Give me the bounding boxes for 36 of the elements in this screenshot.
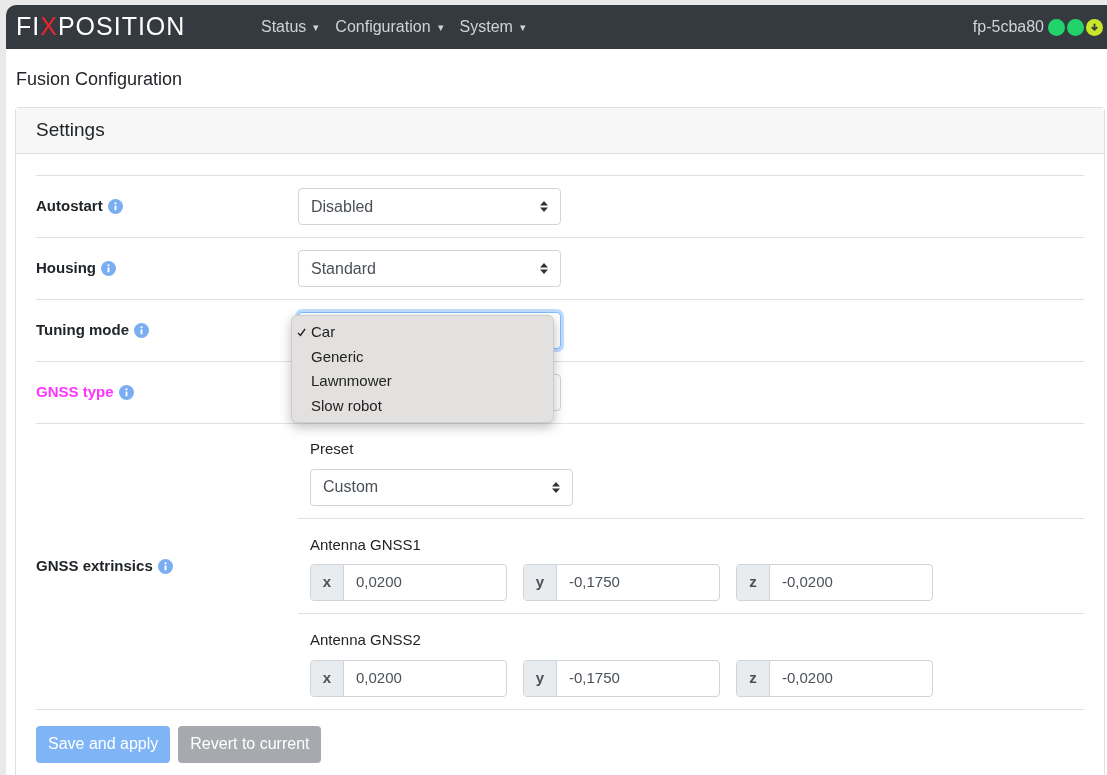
select-arrows-icon: [540, 263, 548, 274]
coordinate-input[interactable]: z -0,0200: [736, 659, 933, 697]
select-field[interactable]: Custom: [310, 468, 573, 506]
info-icon[interactable]: [107, 199, 123, 214]
nav-menu[interactable]: Configuration ▾: [335, 15, 444, 39]
select-field[interactable]: Standard: [298, 250, 561, 287]
antenna-label: Antenna GNSS1: [310, 534, 422, 555]
info-icon[interactable]: [101, 261, 116, 276]
coordinate-input[interactable]: z -0,0200: [736, 564, 933, 601]
dropdown-option[interactable]: Lawnmower: [292, 369, 553, 394]
logo[interactable]: FIXPOSITION: [16, 8, 261, 46]
nav-menu[interactable]: System ▾: [459, 15, 526, 39]
select-field[interactable]: Disabled: [298, 188, 561, 225]
device-name: fp-5cba80: [972, 17, 1044, 37]
page-title: Fusion Configuration: [16, 68, 184, 91]
dropdown-option[interactable]: Slow robot: [292, 393, 553, 418]
field-label: GNSS extrinsics: [36, 556, 153, 576]
coordinate-input[interactable]: x 0,0200: [310, 659, 507, 697]
dropdown-option[interactable]: Car: [292, 320, 553, 345]
field-label: Autostart: [36, 196, 103, 217]
coordinate-input[interactable]: y -0,1750: [523, 564, 720, 601]
nav-menu[interactable]: Status ▾: [261, 15, 320, 39]
dropdown-option[interactable]: Generic: [292, 344, 553, 369]
field-label: Housing: [36, 258, 96, 279]
antenna-label: Antenna GNSS2: [310, 630, 422, 650]
field-label: GNSS type: [36, 382, 114, 403]
coordinate-input[interactable]: x 0,0200: [310, 564, 507, 601]
coordinate-input[interactable]: y -0,1750: [523, 659, 720, 697]
info-icon[interactable]: [157, 558, 173, 574]
select-arrows-icon: [540, 201, 548, 212]
preset-label: Preset: [310, 439, 355, 459]
info-icon[interactable]: [118, 385, 134, 400]
select-arrows-icon: [552, 481, 560, 493]
card-title: Settings: [36, 118, 105, 143]
info-icon[interactable]: [134, 323, 150, 338]
field-label: Tuning mode: [36, 320, 130, 341]
